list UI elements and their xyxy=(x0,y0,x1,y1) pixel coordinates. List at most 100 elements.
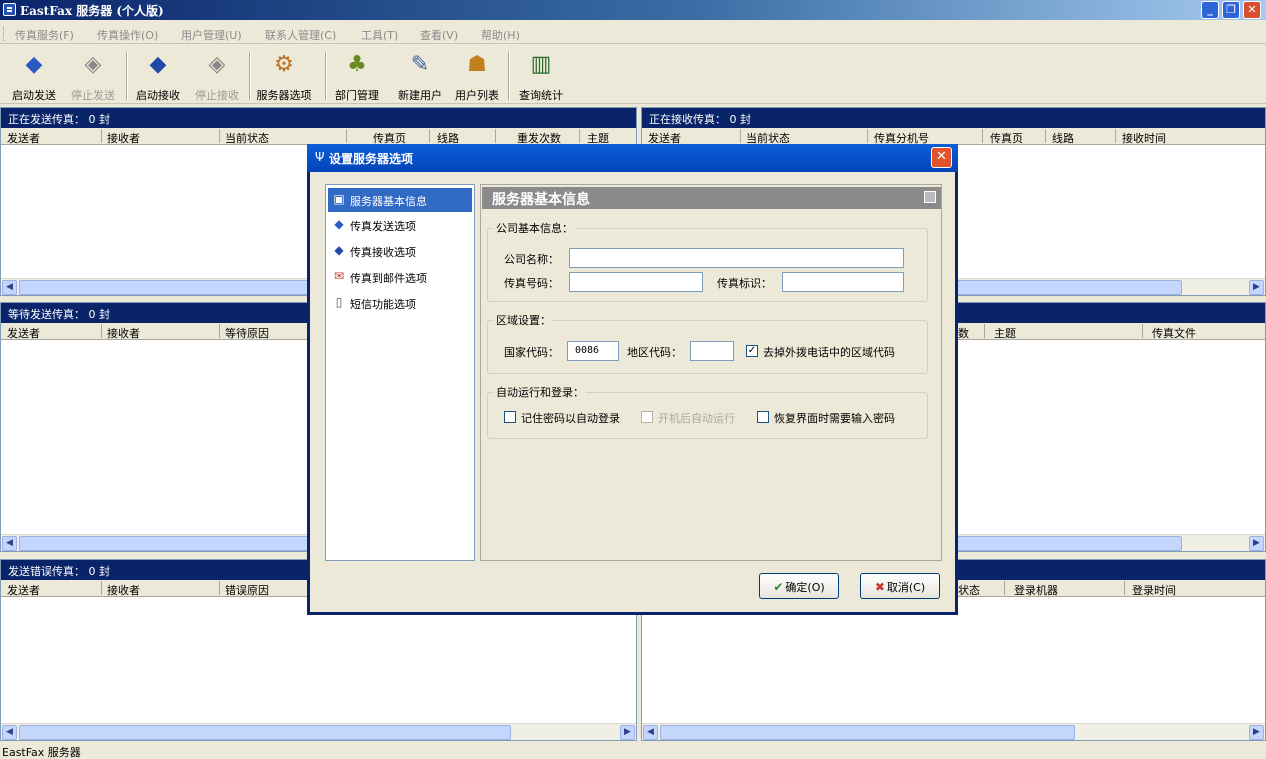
scroll-left-icon[interactable]: ◀ xyxy=(2,725,17,740)
scroll-right-icon[interactable]: ▶ xyxy=(1249,725,1264,740)
menu-fax-operation[interactable]: 传真操作(O) xyxy=(97,27,158,43)
fax-number-label: 传真号码： xyxy=(504,277,559,290)
scroll-right-icon[interactable]: ▶ xyxy=(1249,280,1264,295)
user-list-button[interactable]: ☗ 用户列表 xyxy=(447,50,507,102)
fax-receive-icon: ◆ xyxy=(334,243,344,257)
fax-id-input[interactable] xyxy=(782,272,904,292)
server-options-button[interactable]: ⚙ 服务器选项 xyxy=(254,50,314,102)
start-send-label: 启动发送 xyxy=(12,89,56,102)
start-receive-button[interactable]: ◆ 启动接收 xyxy=(128,50,188,102)
nav-item-fax-send[interactable]: ◆ 传真发送选项 xyxy=(328,213,472,237)
department-button[interactable]: ♣ 部门管理 xyxy=(327,50,387,102)
column-header[interactable]: 发送者 xyxy=(7,582,40,598)
scroll-thumb[interactable] xyxy=(660,725,1075,740)
restore-password-label[interactable]: 恢复界面时需要输入密码 xyxy=(774,410,895,426)
toolbar-separator xyxy=(508,52,510,100)
column-header[interactable]: 接收者 xyxy=(107,130,140,146)
cross-icon: ✖ xyxy=(874,580,885,594)
pane-header: 正在接收传真： 0 封 xyxy=(642,108,1265,128)
menu-contact-management[interactable]: 联系人管理(C) xyxy=(265,27,336,43)
app-fax-icon xyxy=(3,3,16,16)
panel-header: 服务器基本信息 xyxy=(482,187,941,209)
status-text: EastFax 服务器 xyxy=(2,746,81,759)
dialog-close-button[interactable]: ✕ xyxy=(931,147,952,168)
scroll-left-icon[interactable]: ◀ xyxy=(643,725,658,740)
country-code-input[interactable]: 0086 xyxy=(567,341,619,361)
nav-item-label: 传真到邮件选项 xyxy=(350,272,427,285)
title-bar[interactable]: EastFax 服务器 (个人版) _ ❐ ✕ xyxy=(0,0,1266,20)
nav-item-fax-to-email[interactable]: ✉ 传真到邮件选项 xyxy=(328,265,472,289)
column-header[interactable]: 传真页 xyxy=(990,130,1023,146)
menu-tools[interactable]: 工具(T) xyxy=(361,27,398,43)
strip-area-code-label[interactable]: 去掉外拨电话中的区域代码 xyxy=(763,344,895,360)
column-header[interactable]: 线路 xyxy=(1052,130,1074,146)
column-header[interactable]: 当前状态 xyxy=(225,130,269,146)
strip-area-code-checkbox[interactable]: ✓ xyxy=(746,345,758,357)
scroll-right-icon[interactable]: ▶ xyxy=(1249,536,1264,551)
pane-header: 正在发送传真： 0 封 xyxy=(1,108,636,128)
server-options-dialog: Ψ 设置服务器选项 ✕ ▣ 服务器基本信息 ◆ 传真发送选项 ◆ 传真接收选项 … xyxy=(307,144,958,615)
column-header[interactable]: 等待原因 xyxy=(225,325,269,341)
column-header[interactable]: 登录机器 xyxy=(1014,582,1058,598)
restore-password-checkbox[interactable] xyxy=(757,411,769,423)
remember-password-label[interactable]: 记住密码以自动登录 xyxy=(521,410,620,426)
nav-item-fax-receive[interactable]: ◆ 传真接收选项 xyxy=(328,239,472,263)
column-header[interactable]: 发送者 xyxy=(7,325,40,341)
user-list-label: 用户列表 xyxy=(455,89,499,102)
column-header[interactable]: 接收者 xyxy=(107,325,140,341)
column-header[interactable]: 登录时间 xyxy=(1132,582,1176,598)
scroll-left-icon[interactable]: ◀ xyxy=(2,536,17,551)
dialog-title: 设置服务器选项 xyxy=(329,152,414,166)
send-arrow-icon: ◆ xyxy=(25,52,43,77)
column-header[interactable]: 错误原因 xyxy=(225,582,269,598)
horizontal-scrollbar[interactable]: ◀ ▶ xyxy=(1,723,636,740)
scroll-right-icon[interactable]: ▶ xyxy=(620,725,635,740)
statistics-button[interactable]: ▥ 查询统计 xyxy=(511,50,571,102)
user-list-icon: ☗ xyxy=(467,52,487,77)
menu-fax-service[interactable]: 传真服务(F) xyxy=(15,27,74,43)
column-header[interactable]: 接收者 xyxy=(107,582,140,598)
menu-bar: 传真服务(F) 传真操作(O) 用户管理(U) 联系人管理(C) 工具(T) 查… xyxy=(0,24,1266,44)
cancel-label: 取消(C) xyxy=(886,581,926,594)
scroll-thumb[interactable] xyxy=(19,725,511,740)
company-name-input[interactable] xyxy=(569,248,904,268)
stop-send-button[interactable]: ◈ 停止发送 xyxy=(63,50,123,102)
menu-help[interactable]: 帮助(H) xyxy=(481,27,520,43)
minimize-button[interactable]: _ xyxy=(1201,1,1219,19)
column-header[interactable]: 接收时间 xyxy=(1122,130,1166,146)
column-header[interactable]: 数 xyxy=(958,325,969,341)
region-settings-legend: 区域设置： xyxy=(496,314,551,327)
autostart-label[interactable]: 开机后自动运行 xyxy=(658,410,735,426)
scroll-thumb[interactable] xyxy=(952,536,1182,551)
scroll-left-icon[interactable]: ◀ xyxy=(2,280,17,295)
menu-view[interactable]: 查看(V) xyxy=(420,27,458,43)
column-header[interactable]: 发送者 xyxy=(7,130,40,146)
cancel-button[interactable]: ✖ 取消(C) xyxy=(860,573,940,599)
scroll-thumb[interactable] xyxy=(952,280,1182,295)
new-user-icon: ✎ xyxy=(410,52,430,77)
server-options-label: 服务器选项 xyxy=(256,89,312,102)
dialog-title-bar[interactable]: Ψ 设置服务器选项 ✕ xyxy=(307,144,958,172)
department-label: 部门管理 xyxy=(335,89,379,102)
panel-title: 服务器基本信息 xyxy=(492,192,590,208)
area-code-input[interactable] xyxy=(690,341,734,361)
horizontal-scrollbar[interactable]: ◀ ▶ xyxy=(642,723,1265,740)
nav-item-sms[interactable]: ▯ 短信功能选项 xyxy=(328,291,472,315)
stop-receive-button[interactable]: ◈ 停止接收 xyxy=(187,50,247,102)
column-header[interactable]: 主题 xyxy=(994,325,1016,341)
panel-header-icon xyxy=(924,191,936,203)
start-send-button[interactable]: ◆ 启动发送 xyxy=(4,50,64,102)
fax-id-label: 传真标识： xyxy=(717,277,772,290)
column-header[interactable]: 传真文件 xyxy=(1152,325,1196,341)
statistics-label: 查询统计 xyxy=(519,89,563,102)
maximize-button[interactable]: ❐ xyxy=(1222,1,1240,19)
column-header[interactable]: 状态 xyxy=(958,582,980,598)
fax-number-input[interactable] xyxy=(569,272,703,292)
close-button[interactable]: ✕ xyxy=(1243,1,1261,19)
new-user-button[interactable]: ✎ 新建用户 xyxy=(390,50,450,102)
nav-item-server-info[interactable]: ▣ 服务器基本信息 xyxy=(328,188,472,212)
menu-user-management[interactable]: 用户管理(U) xyxy=(181,27,242,43)
remember-password-checkbox[interactable] xyxy=(504,411,516,423)
ok-button[interactable]: ✔ 确定(O) xyxy=(759,573,839,599)
autostart-checkbox[interactable] xyxy=(641,411,653,423)
